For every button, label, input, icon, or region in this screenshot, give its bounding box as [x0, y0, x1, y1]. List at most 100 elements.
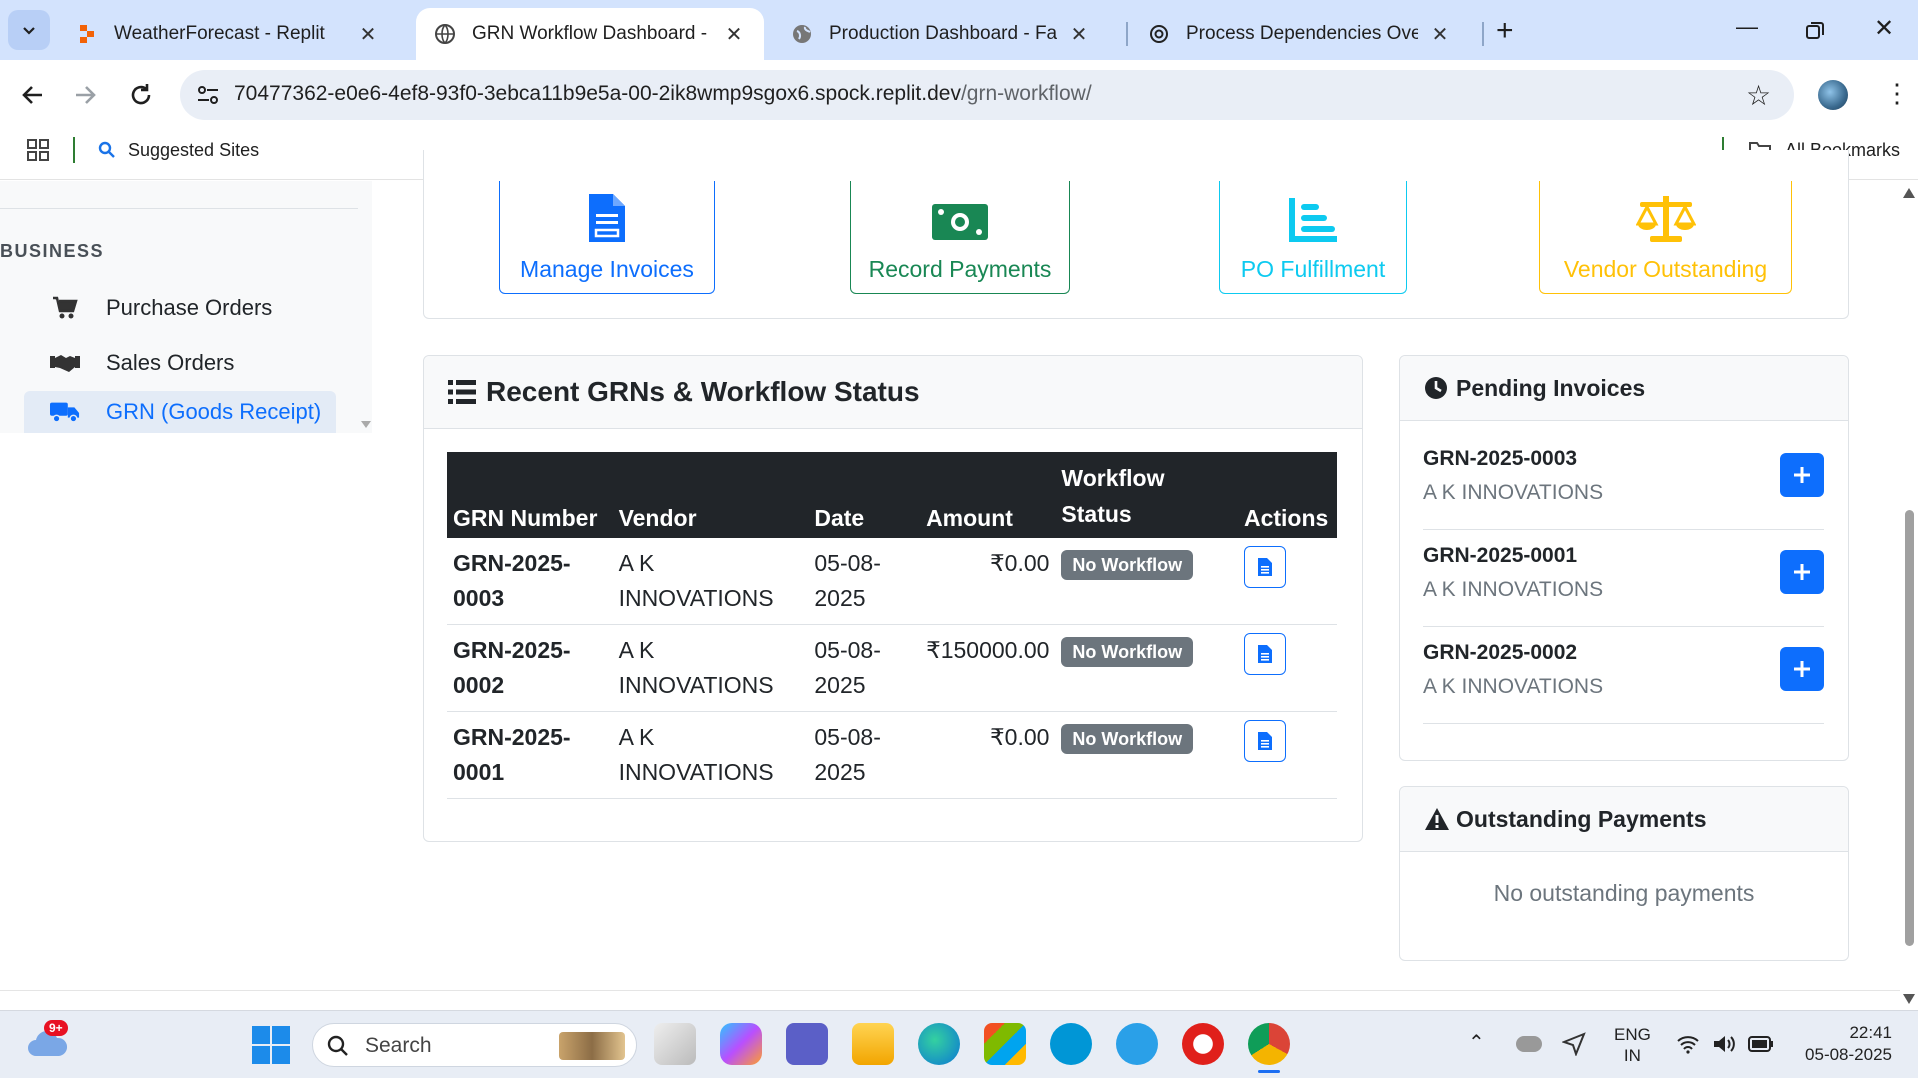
search-icon: [327, 1035, 348, 1056]
taskbar-search-placeholder: Search: [365, 1034, 432, 1057]
sidebar-section-heading: BUSINESS: [0, 241, 105, 261]
table-row: GRN-2025-0003 A K INNOVATIONS 05-08-2025…: [447, 538, 1337, 625]
reload-icon[interactable]: [128, 82, 154, 108]
microsoft-store-icon[interactable]: [984, 1023, 1026, 1065]
edge-icon[interactable]: [918, 1023, 960, 1065]
language-region: IN: [1623, 1046, 1641, 1065]
record-payments-label: Record Payments: [868, 256, 1052, 282]
sidebar-item-sales-orders[interactable]: Sales Orders: [24, 339, 336, 387]
date-cell: 05-08-2025: [808, 711, 921, 799]
hp-icon[interactable]: [1050, 1023, 1092, 1065]
po-fulfillment-button[interactable]: PO Fulfillment: [1219, 181, 1407, 294]
close-tab-icon[interactable]: ✕: [356, 22, 380, 46]
clock[interactable]: 22:41 05-08-2025: [1796, 1022, 1892, 1066]
windows-start-icon[interactable]: [252, 1026, 290, 1064]
sidebar-item-grn[interactable]: GRN (Goods Receipt): [24, 391, 336, 433]
close-window-icon[interactable]: ✕: [1874, 14, 1894, 43]
manage-invoices-label: Manage Invoices: [520, 256, 694, 282]
clock-icon: [1425, 377, 1447, 399]
minimize-icon[interactable]: —: [1736, 14, 1758, 40]
list-icon: [448, 380, 476, 404]
close-tab-icon[interactable]: ✕: [722, 22, 746, 46]
recent-grns-header: Recent GRNs & Workflow Status: [424, 356, 1362, 429]
balance-scale-icon: [1635, 196, 1696, 242]
globe-icon: [793, 25, 811, 43]
battery-icon[interactable]: [1748, 1036, 1774, 1052]
wifi-icon[interactable]: [1676, 1034, 1700, 1054]
forward-arrow-icon[interactable]: [72, 82, 98, 108]
tab-search-button[interactable]: [8, 10, 50, 50]
invoice-icon: [589, 194, 625, 242]
create-invoice-button[interactable]: [1780, 647, 1824, 691]
scrollbar-thumb[interactable]: [1905, 510, 1914, 946]
record-payments-button[interactable]: Record Payments: [850, 181, 1070, 294]
profile-avatar[interactable]: [1818, 80, 1848, 110]
scroll-up-icon[interactable]: [1903, 188, 1915, 198]
tab-grn-workflow[interactable]: GRN Workflow Dashboard - Factory ✕: [416, 8, 764, 60]
tab-title: Process Dependencies Overview: [1186, 23, 1418, 44]
taskbar-search[interactable]: Search: [312, 1023, 637, 1067]
task-view-icon[interactable]: [654, 1023, 696, 1065]
sidebar-item-label: GRN (Goods Receipt): [106, 399, 322, 424]
teams-icon[interactable]: [786, 1023, 828, 1065]
help-icon[interactable]: [1116, 1023, 1158, 1065]
opera-icon[interactable]: [1182, 1023, 1224, 1065]
tab-weatherforecast[interactable]: WeatherForecast - Replit ✕: [58, 8, 398, 60]
file-explorer-icon[interactable]: [852, 1023, 894, 1065]
view-document-button[interactable]: [1243, 546, 1286, 588]
close-tab-icon[interactable]: ✕: [1067, 22, 1091, 46]
tab-process-dependencies[interactable]: Process Dependencies Overview ✕: [1130, 8, 1470, 60]
sidebar-item-purchase-orders[interactable]: Purchase Orders: [24, 284, 336, 332]
location-icon[interactable]: [1562, 1032, 1586, 1056]
grn-table: GRN Number Vendor Date Amount Workflow S…: [447, 452, 1337, 799]
outstanding-payments-card: Outstanding Payments No outstanding paym…: [1399, 786, 1849, 961]
tab-title: WeatherForecast - Replit: [114, 23, 325, 44]
vendor-cell: A K INNOVATIONS: [612, 538, 809, 625]
chrome-active-indicator: [1258, 1070, 1280, 1073]
language-indicator[interactable]: ENG IN: [1614, 1024, 1651, 1066]
outstanding-payments-header: Outstanding Payments: [1400, 787, 1848, 852]
po-fulfillment-label: PO Fulfillment: [1240, 256, 1386, 282]
chrome-icon[interactable]: [1248, 1023, 1290, 1065]
manage-invoices-button[interactable]: Manage Invoices: [499, 181, 715, 294]
close-tab-icon[interactable]: ✕: [1428, 22, 1452, 46]
table-row: GRN-2025-0001 A K INNOVATIONS 05-08-2025…: [447, 711, 1337, 799]
bookmark-divider: [73, 137, 75, 163]
copilot-icon[interactable]: [720, 1023, 762, 1065]
view-document-button[interactable]: [1243, 720, 1286, 762]
recent-grns-title: Recent GRNs & Workflow Status: [486, 376, 920, 407]
view-document-button[interactable]: [1243, 633, 1286, 675]
chevron-up-icon[interactable]: ⌃: [1468, 1030, 1485, 1055]
apps-grid-icon[interactable]: [27, 139, 49, 161]
back-arrow-icon[interactable]: [20, 82, 46, 108]
status-badge: No Workflow: [1061, 724, 1194, 754]
onedrive-icon[interactable]: [1516, 1036, 1542, 1052]
scroll-down-icon[interactable]: [1903, 994, 1915, 1004]
col-actions: Actions: [1237, 452, 1337, 538]
col-workflow-status: Workflow Status: [1055, 452, 1238, 538]
vendor-outstanding-label: Vendor Outstanding: [1563, 256, 1768, 282]
url-text[interactable]: 70477362-e0e6-4ef8-93f0-3ebca11b9e5a-00-…: [234, 82, 1092, 106]
create-invoice-button[interactable]: [1780, 550, 1824, 594]
replit-favicon-icon: [80, 25, 94, 43]
file-icon: [1257, 645, 1272, 663]
sidebar-scroll-down-icon[interactable]: [361, 421, 371, 429]
search-highlight-image: [559, 1032, 625, 1060]
pending-invoices-title: Pending Invoices: [1456, 374, 1646, 401]
actions-cell: [1237, 538, 1337, 625]
vendor-outstanding-button[interactable]: Vendor Outstanding: [1539, 181, 1792, 294]
pending-vendor: A K INNOVATIONS: [1423, 675, 1604, 698]
kebab-menu-icon[interactable]: ⋮: [1884, 78, 1910, 108]
restore-icon[interactable]: [1806, 22, 1824, 40]
url-host: 70477362-e0e6-4ef8-93f0-3ebca11b9e5a-00-…: [234, 82, 961, 105]
volume-icon[interactable]: [1712, 1034, 1736, 1054]
create-invoice-button[interactable]: [1780, 453, 1824, 497]
weather-widget[interactable]: 9+: [26, 1020, 68, 1063]
tab-production-dashboard[interactable]: Production Dashboard - Factory ✕: [773, 8, 1109, 60]
new-tab-icon[interactable]: +: [1496, 14, 1514, 48]
suggested-sites-link[interactable]: Suggested Sites: [128, 140, 259, 161]
bookmark-star-icon[interactable]: ☆: [1746, 79, 1771, 112]
site-info-icon[interactable]: [196, 84, 220, 106]
pending-invoices-header: Pending Invoices: [1400, 356, 1848, 421]
plus-icon: [1794, 467, 1810, 483]
